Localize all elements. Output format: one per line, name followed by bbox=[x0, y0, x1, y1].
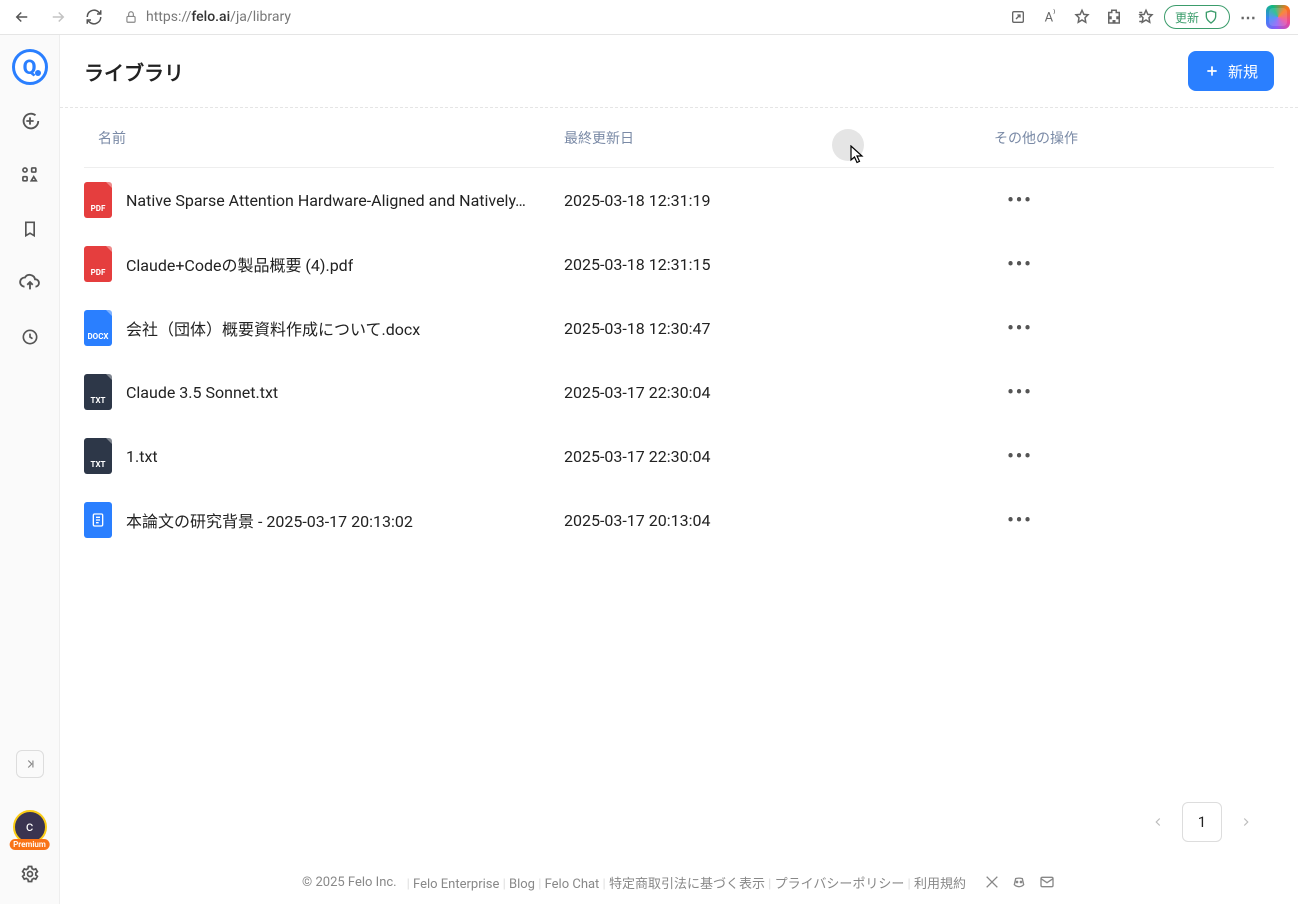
page-header: ライブラリ 新規 bbox=[60, 35, 1298, 108]
avatar-letter: c bbox=[26, 819, 33, 835]
footer-link[interactable]: 特定商取引法に基づく表示 bbox=[609, 877, 765, 892]
file-name: Claude+Codeの製品概要 (4).pdf bbox=[126, 252, 353, 276]
file-name: 会社（団体）概要資料作成について.docx bbox=[126, 316, 420, 340]
upload-icon[interactable] bbox=[12, 265, 48, 301]
refresh-button[interactable] bbox=[80, 3, 108, 31]
table-row[interactable]: TXT Claude 3.5 Sonnet.txt 2025-03-17 22:30… bbox=[84, 360, 1274, 424]
main-content: ライブラリ 新規 名前 最終更新日 その他の操作 PDF Native Spars… bbox=[60, 35, 1298, 904]
row-more-button[interactable]: ••• bbox=[1004, 376, 1036, 408]
apps-icon[interactable] bbox=[12, 157, 48, 193]
row-more-button[interactable]: ••• bbox=[1004, 504, 1036, 536]
x-icon[interactable] bbox=[984, 874, 1000, 890]
footer-link[interactable]: Felo Chat bbox=[545, 877, 600, 892]
discord-icon[interactable] bbox=[1010, 874, 1028, 890]
row-more-button[interactable]: ••• bbox=[1004, 248, 1036, 280]
table-row[interactable]: PDF Native Sparse Attention Hardware-Alig… bbox=[84, 168, 1274, 232]
open-external-icon[interactable] bbox=[1004, 3, 1032, 31]
table-row[interactable]: 本論文の研究背景 - 2025-03-17 20:13:02 2025-03-17… bbox=[84, 488, 1274, 552]
new-chat-icon[interactable] bbox=[12, 103, 48, 139]
file-name: 1.txt bbox=[126, 447, 158, 466]
file-type-icon: PDF bbox=[84, 246, 112, 282]
address-bar[interactable]: https://felo.ai/ja/library bbox=[116, 3, 996, 31]
col-header-actions: その他の操作 bbox=[994, 128, 1274, 148]
footer-link[interactable]: 利用規約 bbox=[914, 877, 966, 892]
pagination: 1 bbox=[1142, 802, 1262, 842]
footer: © 2025 Felo Inc. | Felo Enterprise | Blo… bbox=[60, 860, 1298, 904]
update-button[interactable]: 更新 bbox=[1164, 5, 1230, 29]
footer-link[interactable]: プライバシーポリシー bbox=[775, 877, 905, 892]
file-name: Claude 3.5 Sonnet.txt bbox=[126, 383, 278, 402]
mail-icon[interactable] bbox=[1038, 874, 1056, 890]
update-label: 更新 bbox=[1175, 9, 1199, 26]
user-avatar[interactable]: c Premium bbox=[13, 810, 47, 844]
footer-link[interactable]: Felo Enterprise bbox=[413, 877, 499, 892]
table-row[interactable]: TXT 1.txt 2025-03-17 22:30:04 ••• bbox=[84, 424, 1274, 488]
file-updated: 2025-03-18 12:30:47 bbox=[564, 319, 994, 338]
footer-link[interactable]: Blog bbox=[509, 877, 535, 892]
page-number[interactable]: 1 bbox=[1182, 802, 1222, 842]
history-icon[interactable] bbox=[12, 319, 48, 355]
footer-copyright: © 2025 Felo Inc. bbox=[302, 875, 397, 890]
favorites-list-icon[interactable] bbox=[1132, 3, 1160, 31]
forward-button[interactable] bbox=[44, 3, 72, 31]
more-menu-icon[interactable]: ⋯ bbox=[1234, 3, 1262, 31]
row-more-button[interactable]: ••• bbox=[1004, 312, 1036, 344]
file-type-icon: DOCX bbox=[84, 310, 112, 346]
file-updated: 2025-03-17 20:13:04 bbox=[564, 511, 994, 530]
col-header-updated: 最終更新日 bbox=[564, 128, 994, 148]
premium-badge: Premium bbox=[9, 839, 50, 850]
file-updated: 2025-03-17 22:30:04 bbox=[564, 383, 994, 402]
sidebar: Q c Premium bbox=[0, 35, 60, 904]
file-type-icon: PDF bbox=[84, 182, 112, 218]
file-name: 本論文の研究背景 - 2025-03-17 20:13:02 bbox=[126, 508, 413, 532]
file-updated: 2025-03-17 22:30:04 bbox=[564, 447, 994, 466]
favorite-star-icon[interactable] bbox=[1068, 3, 1096, 31]
file-updated: 2025-03-18 12:31:19 bbox=[564, 191, 994, 210]
bookmark-icon[interactable] bbox=[12, 211, 48, 247]
page-title: ライブラリ bbox=[84, 57, 184, 86]
read-aloud-icon[interactable]: A⁾ bbox=[1036, 3, 1064, 31]
file-type-icon: TXT bbox=[84, 374, 112, 410]
new-button[interactable]: 新規 bbox=[1188, 51, 1274, 91]
browser-actions: A⁾ 更新 ⋯ bbox=[1004, 3, 1290, 31]
table-row[interactable]: DOCX 会社（団体）概要資料作成について.docx 2025-03-18 12:3… bbox=[84, 296, 1274, 360]
app-logo[interactable]: Q bbox=[12, 49, 48, 85]
row-more-button[interactable]: ••• bbox=[1004, 440, 1036, 472]
table-header: 名前 最終更新日 その他の操作 bbox=[84, 108, 1274, 168]
file-updated: 2025-03-18 12:31:15 bbox=[564, 255, 994, 274]
copilot-icon[interactable] bbox=[1266, 5, 1290, 29]
lock-icon bbox=[124, 10, 138, 24]
new-button-label: 新規 bbox=[1228, 61, 1258, 82]
table-row[interactable]: PDF Claude+Codeの製品概要 (4).pdf 2025-03-18 12… bbox=[84, 232, 1274, 296]
url-text: https://felo.ai/ja/library bbox=[146, 9, 291, 25]
file-name: Native Sparse Attention Hardware-Aligned… bbox=[126, 191, 526, 210]
settings-icon[interactable] bbox=[12, 856, 48, 892]
row-more-button[interactable]: ••• bbox=[1004, 184, 1036, 216]
back-button[interactable] bbox=[8, 3, 36, 31]
next-page-button[interactable] bbox=[1230, 806, 1262, 838]
file-type-icon: TXT bbox=[84, 438, 112, 474]
browser-toolbar: https://felo.ai/ja/library A⁾ 更新 ⋯ bbox=[0, 0, 1298, 35]
expand-sidebar-button[interactable] bbox=[16, 750, 44, 778]
extensions-icon[interactable] bbox=[1100, 3, 1128, 31]
file-type-icon bbox=[84, 502, 112, 538]
col-header-name: 名前 bbox=[84, 128, 564, 148]
prev-page-button[interactable] bbox=[1142, 806, 1174, 838]
